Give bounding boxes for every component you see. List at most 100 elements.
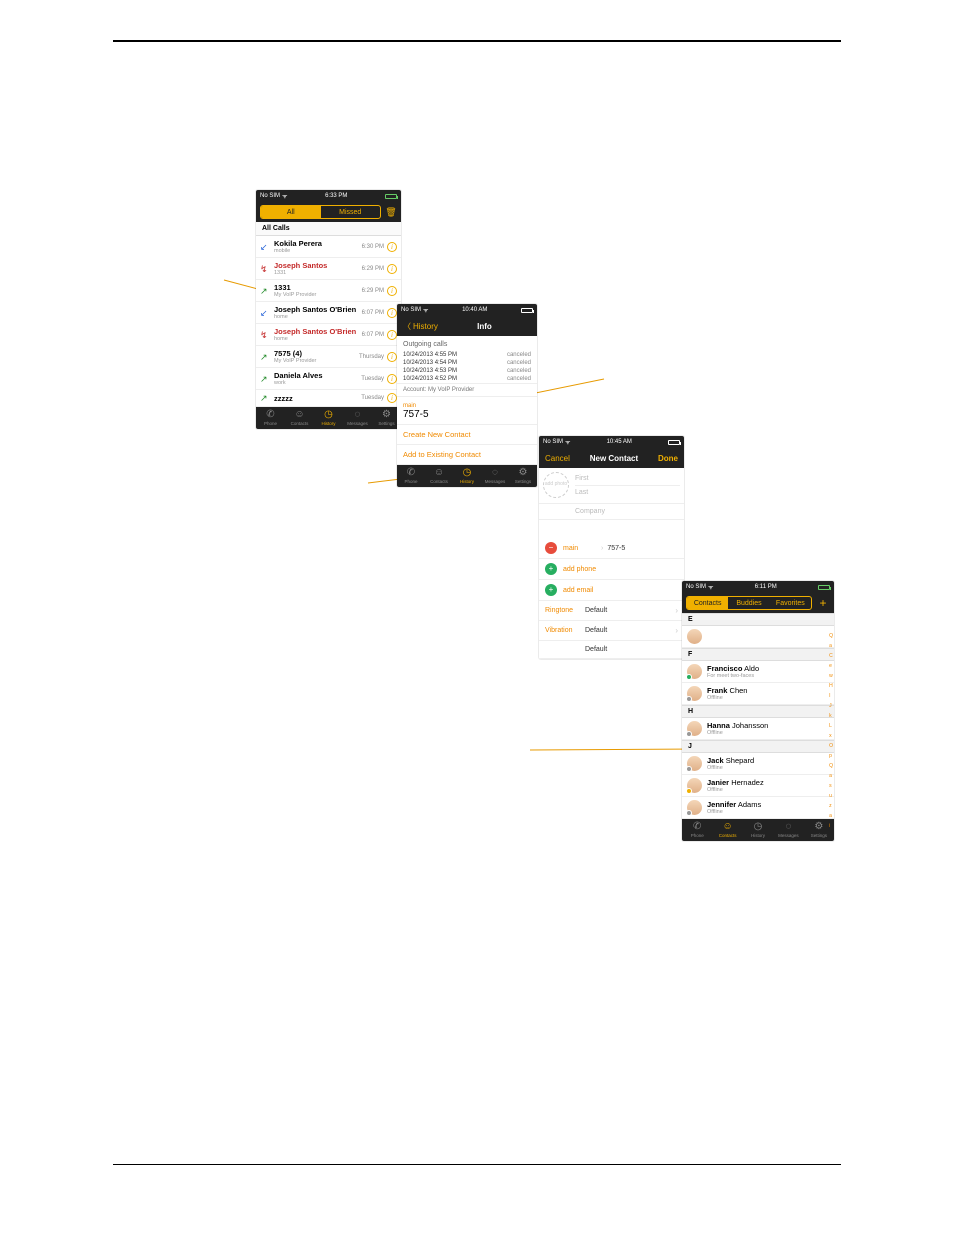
number-label: main: [397, 397, 537, 409]
index-letter[interactable]: O: [829, 743, 833, 749]
phone-label[interactable]: main: [563, 545, 597, 552]
call-row[interactable]: ↙Joseph Santos O'Brienhome6:07 PMi: [256, 302, 401, 324]
tab-messages[interactable]: ◌Messages: [343, 407, 372, 429]
vibration-row[interactable]: Vibration Default ›: [539, 621, 684, 641]
presence-dot: [686, 731, 692, 737]
call-row[interactable]: ↗1331 My VoIP Provider6:29 PMi: [256, 280, 401, 302]
tab-phone[interactable]: ✆Phone: [682, 819, 712, 841]
tab-phone[interactable]: ✆Phone: [256, 407, 285, 429]
back-button[interactable]: 〈History: [403, 321, 438, 332]
texttone-row[interactable]: Default: [539, 641, 684, 659]
call-subtitle: home: [274, 336, 362, 342]
clock-icon: ◷: [463, 468, 472, 478]
plus-icon[interactable]: +: [545, 584, 557, 596]
index-letter[interactable]: J: [829, 703, 833, 709]
call-row[interactable]: ↗Daniela AlvesworkTuesdayi: [256, 368, 401, 390]
call-log-entry: 10/24/2013 4:52 PMcanceled: [397, 375, 537, 383]
cancel-button[interactable]: Cancel: [545, 454, 570, 463]
call-row[interactable]: ↗7575 (4)My VoIP ProviderThursdayi: [256, 346, 401, 368]
avatar: [687, 778, 702, 793]
contact-name: Hanna Johansson: [707, 721, 829, 730]
index-letter[interactable]: Q: [829, 763, 833, 769]
index-letter[interactable]: C: [829, 653, 833, 659]
index-letter[interactable]: a: [829, 643, 833, 649]
avatar: [687, 686, 702, 701]
tab-contacts[interactable]: ☺Contacts: [285, 407, 314, 429]
history-filter-segmented[interactable]: All Missed: [260, 205, 381, 219]
index-letter[interactable]: a: [829, 813, 833, 819]
add-contact-icon[interactable]: +: [816, 596, 830, 610]
info-icon[interactable]: i: [387, 352, 397, 362]
call-row[interactable]: ↯Joseph Santos13316:29 PMi: [256, 258, 401, 280]
info-icon[interactable]: i: [387, 330, 397, 340]
index-letter[interactable]: e: [829, 663, 833, 669]
index-letter[interactable]: s: [829, 783, 833, 789]
index-letter[interactable]: L: [829, 723, 833, 729]
filter-missed[interactable]: Missed: [321, 206, 381, 218]
contacts-segmented[interactable]: Contacts Buddies Favorites: [686, 596, 812, 610]
tab-settings[interactable]: ⚙Settings: [509, 465, 537, 487]
index-letter[interactable]: i: [829, 823, 833, 829]
index-letter[interactable]: u: [829, 793, 833, 799]
seg-buddies[interactable]: Buddies: [728, 597, 769, 609]
svg-text:↗: ↗: [260, 374, 268, 384]
index-letter[interactable]: x: [829, 733, 833, 739]
tab-contacts[interactable]: ☺Contacts: [425, 465, 453, 487]
ringtone-row[interactable]: Ringtone Default ›: [539, 601, 684, 621]
contact-row[interactable]: Francisco AldoFor meet two-faces: [682, 661, 834, 683]
call-row[interactable]: ↗zzzzz Tuesdayi: [256, 390, 401, 407]
delete-icon[interactable]: 🗑: [385, 206, 397, 218]
info-icon[interactable]: i: [387, 286, 397, 296]
contact-row[interactable]: Hanna JohanssonOffline: [682, 718, 834, 740]
seg-contacts[interactable]: Contacts: [687, 597, 728, 609]
last-name-field[interactable]: Last: [575, 486, 680, 499]
create-new-contact-link[interactable]: Create New Contact: [397, 425, 537, 445]
done-button[interactable]: Done: [658, 454, 678, 463]
tab-bar: ✆Phone ☺Contacts ◷History ◌Messages ⚙Set…: [256, 407, 401, 429]
add-phone-row[interactable]: + add phone: [539, 559, 684, 580]
index-letter[interactable]: w: [829, 673, 833, 679]
info-icon[interactable]: i: [387, 374, 397, 384]
contact-row[interactable]: [682, 626, 834, 648]
info-icon[interactable]: i: [387, 264, 397, 274]
carrier-text: No SIM: [260, 193, 280, 199]
call-row[interactable]: ↯Joseph Santos O'Brienhome6:07 PMi: [256, 324, 401, 346]
phone-row[interactable]: − main › 757-5: [539, 538, 684, 559]
info-icon[interactable]: i: [387, 308, 397, 318]
filter-all[interactable]: All: [261, 206, 321, 218]
phone-value[interactable]: 757-5: [607, 545, 625, 552]
status-bar: No SIM ᯤ 6:11 PM: [682, 581, 834, 593]
index-letter[interactable]: I: [829, 693, 833, 699]
index-letter[interactable]: p: [829, 753, 833, 759]
contact-row[interactable]: Jennifer AdamsOffline: [682, 797, 834, 819]
tab-phone[interactable]: ✆Phone: [397, 465, 425, 487]
contact-row[interactable]: Frank ChenOffline: [682, 683, 834, 705]
tab-messages[interactable]: ◌Messages: [773, 819, 803, 841]
info-icon[interactable]: i: [387, 393, 397, 403]
plus-icon[interactable]: +: [545, 563, 557, 575]
seg-favorites[interactable]: Favorites: [770, 597, 811, 609]
index-letter[interactable]: z: [829, 803, 833, 809]
alpha-index[interactable]: QaCewHIJkLxOpQasuzai: [829, 633, 833, 829]
contact-row[interactable]: Janier HernadezOffline: [682, 775, 834, 797]
chevron-right-icon: ›: [675, 606, 678, 615]
tab-history[interactable]: ◷History: [453, 465, 481, 487]
contact-row[interactable]: Jack ShepardOffline: [682, 753, 834, 775]
first-name-field[interactable]: First: [575, 472, 680, 486]
minus-icon[interactable]: −: [545, 542, 557, 554]
index-letter[interactable]: k: [829, 713, 833, 719]
index-letter[interactable]: H: [829, 683, 833, 689]
add-photo-button[interactable]: add photo: [543, 472, 569, 498]
company-field[interactable]: Company: [539, 504, 684, 520]
tab-history[interactable]: ◷History: [314, 407, 343, 429]
tab-messages[interactable]: ◌Messages: [481, 465, 509, 487]
index-letter[interactable]: Q: [829, 633, 833, 639]
call-row[interactable]: ↙Kokila Pereramobile6:30 PMi: [256, 236, 401, 258]
index-letter[interactable]: a: [829, 773, 833, 779]
add-existing-contact-link[interactable]: Add to Existing Contact: [397, 445, 537, 465]
tab-contacts[interactable]: ☺Contacts: [712, 819, 742, 841]
add-email-row[interactable]: + add email: [539, 580, 684, 601]
svg-text:↗: ↗: [260, 393, 268, 403]
tab-history[interactable]: ◷History: [743, 819, 773, 841]
info-icon[interactable]: i: [387, 242, 397, 252]
